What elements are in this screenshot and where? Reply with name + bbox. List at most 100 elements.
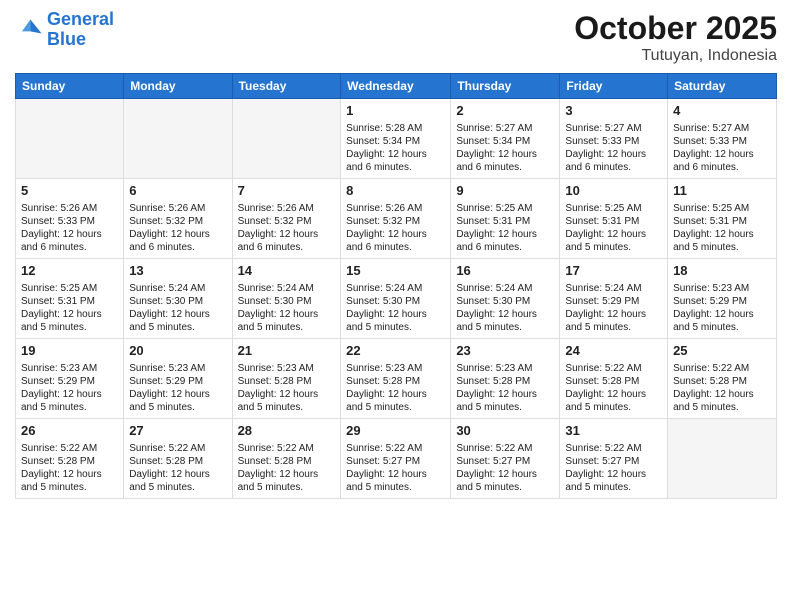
day-info: Sunrise: 5:22 AM Sunset: 5:28 PM Dayligh… (21, 442, 118, 494)
day-number: 7 (238, 183, 336, 200)
day-info: Sunrise: 5:22 AM Sunset: 5:28 PM Dayligh… (129, 442, 226, 494)
month-year: October 2025 (574, 10, 777, 47)
day-info: Sunrise: 5:25 AM Sunset: 5:31 PM Dayligh… (673, 202, 771, 254)
day-info: Sunrise: 5:27 AM Sunset: 5:33 PM Dayligh… (673, 122, 771, 174)
day-number: 9 (456, 183, 554, 200)
calendar-cell: 21 Sunrise: 5:23 AM Sunset: 5:28 PM Dayli… (232, 339, 341, 419)
day-info: Sunrise: 5:23 AM Sunset: 5:28 PM Dayligh… (346, 362, 445, 414)
calendar-cell: 16 Sunrise: 5:24 AM Sunset: 5:30 PM Dayli… (451, 259, 560, 339)
calendar-cell: 6 Sunrise: 5:26 AM Sunset: 5:32 PM Daylig… (124, 179, 232, 259)
day-number: 27 (129, 423, 226, 440)
day-number: 5 (21, 183, 118, 200)
calendar: Sunday Monday Tuesday Wednesday Thursday… (15, 73, 777, 499)
calendar-cell: 12 Sunrise: 5:25 AM Sunset: 5:31 PM Dayli… (16, 259, 124, 339)
day-info: Sunrise: 5:26 AM Sunset: 5:32 PM Dayligh… (346, 202, 445, 254)
header-tuesday: Tuesday (232, 74, 341, 99)
day-info: Sunrise: 5:22 AM Sunset: 5:28 PM Dayligh… (565, 362, 662, 414)
day-number: 4 (673, 103, 771, 120)
calendar-cell: 15Sunrise: 5:24 AM Sunset: 5:30 PM Dayli… (341, 259, 451, 339)
day-number: 8 (346, 183, 445, 200)
calendar-cell: 22 Sunrise: 5:23 AM Sunset: 5:28 PM Dayli… (341, 339, 451, 419)
day-info: Sunrise: 5:28 AM Sunset: 5:34 PM Dayligh… (346, 122, 445, 174)
day-number: 18 (673, 263, 771, 280)
day-number: 1 (346, 103, 445, 120)
day-info: Sunrise: 5:26 AM Sunset: 5:32 PM Dayligh… (129, 202, 226, 254)
calendar-cell (668, 419, 777, 499)
calendar-cell: 5 Sunrise: 5:26 AM Sunset: 5:33 PM Daylig… (16, 179, 124, 259)
day-info: Sunrise: 5:23 AM Sunset: 5:28 PM Dayligh… (456, 362, 554, 414)
calendar-cell: 13 Sunrise: 5:24 AM Sunset: 5:30 PM Dayli… (124, 259, 232, 339)
day-info: Sunrise: 5:23 AM Sunset: 5:28 PM Dayligh… (238, 362, 336, 414)
day-number: 29 (346, 423, 445, 440)
header: General Blue October 2025 Tutuyan, Indon… (15, 10, 777, 65)
day-number: 24 (565, 343, 662, 360)
calendar-cell: 8 Sunrise: 5:26 AM Sunset: 5:32 PM Daylig… (341, 179, 451, 259)
day-info: Sunrise: 5:24 AM Sunset: 5:30 PM Dayligh… (456, 282, 554, 334)
weekday-header-row: Sunday Monday Tuesday Wednesday Thursday… (16, 74, 777, 99)
header-sunday: Sunday (16, 74, 124, 99)
day-number: 13 (129, 263, 226, 280)
calendar-cell: 11 Sunrise: 5:25 AM Sunset: 5:31 PM Dayli… (668, 179, 777, 259)
day-info: Sunrise: 5:27 AM Sunset: 5:34 PM Dayligh… (456, 122, 554, 174)
day-number: 28 (238, 423, 336, 440)
calendar-cell: 19Sunrise: 5:23 AM Sunset: 5:29 PM Dayli… (16, 339, 124, 419)
calendar-cell: 27 Sunrise: 5:22 AM Sunset: 5:28 PM Dayli… (124, 419, 232, 499)
header-wednesday: Wednesday (341, 74, 451, 99)
day-info: Sunrise: 5:23 AM Sunset: 5:29 PM Dayligh… (129, 362, 226, 414)
day-info: Sunrise: 5:26 AM Sunset: 5:33 PM Dayligh… (21, 202, 118, 254)
calendar-cell: 30 Sunrise: 5:22 AM Sunset: 5:27 PM Dayli… (451, 419, 560, 499)
calendar-week-row: 26 Sunrise: 5:22 AM Sunset: 5:28 PM Dayli… (16, 419, 777, 499)
calendar-cell: 1 Sunrise: 5:28 AM Sunset: 5:34 PM Daylig… (341, 99, 451, 179)
calendar-cell: 28 Sunrise: 5:22 AM Sunset: 5:28 PM Dayli… (232, 419, 341, 499)
calendar-cell: 17 Sunrise: 5:24 AM Sunset: 5:29 PM Dayli… (560, 259, 668, 339)
day-info: Sunrise: 5:27 AM Sunset: 5:33 PM Dayligh… (565, 122, 662, 174)
calendar-week-row: 12 Sunrise: 5:25 AM Sunset: 5:31 PM Dayli… (16, 259, 777, 339)
day-number: 20 (129, 343, 226, 360)
day-number: 3 (565, 103, 662, 120)
location: Tutuyan, Indonesia (574, 47, 777, 65)
header-thursday: Thursday (451, 74, 560, 99)
calendar-cell: 7 Sunrise: 5:26 AM Sunset: 5:32 PM Daylig… (232, 179, 341, 259)
day-number: 12 (21, 263, 118, 280)
day-number: 30 (456, 423, 554, 440)
day-number: 22 (346, 343, 445, 360)
day-info: Sunrise: 5:25 AM Sunset: 5:31 PM Dayligh… (456, 202, 554, 254)
header-monday: Monday (124, 74, 232, 99)
day-info: Sunrise: 5:23 AM Sunset: 5:29 PM Dayligh… (21, 362, 118, 414)
calendar-cell (232, 99, 341, 179)
day-info: Sunrise: 5:23 AM Sunset: 5:29 PM Dayligh… (673, 282, 771, 334)
header-friday: Friday (560, 74, 668, 99)
day-number: 25 (673, 343, 771, 360)
day-number: 15 (346, 263, 445, 280)
calendar-week-row: 1 Sunrise: 5:28 AM Sunset: 5:34 PM Daylig… (16, 99, 777, 179)
calendar-week-row: 5 Sunrise: 5:26 AM Sunset: 5:33 PM Daylig… (16, 179, 777, 259)
day-number: 6 (129, 183, 226, 200)
calendar-cell: 26 Sunrise: 5:22 AM Sunset: 5:28 PM Dayli… (16, 419, 124, 499)
logo-icon (15, 16, 43, 44)
header-saturday: Saturday (668, 74, 777, 99)
calendar-cell: 18 Sunrise: 5:23 AM Sunset: 5:29 PM Dayli… (668, 259, 777, 339)
day-number: 11 (673, 183, 771, 200)
page: General Blue October 2025 Tutuyan, Indon… (0, 0, 792, 612)
day-info: Sunrise: 5:22 AM Sunset: 5:28 PM Dayligh… (673, 362, 771, 414)
day-info: Sunrise: 5:22 AM Sunset: 5:27 PM Dayligh… (456, 442, 554, 494)
day-number: 21 (238, 343, 336, 360)
day-number: 16 (456, 263, 554, 280)
calendar-cell: 25 Sunrise: 5:22 AM Sunset: 5:28 PM Dayli… (668, 339, 777, 419)
title-block: October 2025 Tutuyan, Indonesia (574, 10, 777, 65)
calendar-cell: 20 Sunrise: 5:23 AM Sunset: 5:29 PM Dayli… (124, 339, 232, 419)
day-info: Sunrise: 5:26 AM Sunset: 5:32 PM Dayligh… (238, 202, 336, 254)
day-number: 2 (456, 103, 554, 120)
day-info: Sunrise: 5:25 AM Sunset: 5:31 PM Dayligh… (21, 282, 118, 334)
day-number: 17 (565, 263, 662, 280)
day-info: Sunrise: 5:24 AM Sunset: 5:30 PM Dayligh… (129, 282, 226, 334)
day-number: 31 (565, 423, 662, 440)
calendar-cell (124, 99, 232, 179)
day-info: Sunrise: 5:22 AM Sunset: 5:27 PM Dayligh… (346, 442, 445, 494)
day-info: Sunrise: 5:24 AM Sunset: 5:29 PM Dayligh… (565, 282, 662, 334)
day-number: 26 (21, 423, 118, 440)
day-info: Sunrise: 5:22 AM Sunset: 5:27 PM Dayligh… (565, 442, 662, 494)
day-info: Sunrise: 5:22 AM Sunset: 5:28 PM Dayligh… (238, 442, 336, 494)
calendar-cell: 3 Sunrise: 5:27 AM Sunset: 5:33 PM Daylig… (560, 99, 668, 179)
calendar-cell: 2 Sunrise: 5:27 AM Sunset: 5:34 PM Daylig… (451, 99, 560, 179)
